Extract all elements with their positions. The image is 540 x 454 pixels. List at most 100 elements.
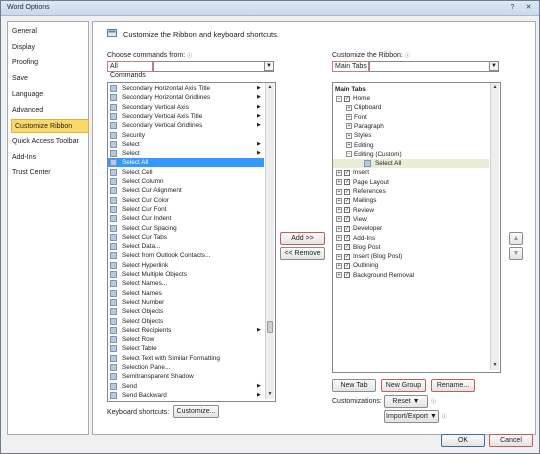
tree-item[interactable]: + ✓ Mailings	[333, 196, 489, 205]
tab-checkbox[interactable]: ✓	[344, 262, 350, 269]
expand-icon[interactable]: +	[336, 197, 342, 204]
tree-item[interactable]: + Font	[333, 113, 489, 122]
expand-icon[interactable]: +	[346, 114, 352, 121]
customize-shortcuts-button[interactable]: Customize...	[173, 405, 219, 418]
choose-commands-dropdown-field[interactable]	[153, 61, 274, 72]
nav-item-quick-access-toolbar[interactable]: Quick Access Toolbar	[12, 135, 86, 149]
tree-item[interactable]: + Editing	[333, 141, 489, 150]
nav-item-proofing[interactable]: Proofing	[12, 56, 86, 70]
tab-checkbox[interactable]: ✓	[344, 188, 350, 195]
expand-icon[interactable]: +	[336, 244, 342, 251]
scroll-down-icon[interactable]: ▼	[491, 361, 499, 370]
reset-button[interactable]: Reset ▼	[384, 395, 428, 408]
command-item[interactable]: Select Hyperlink	[108, 261, 264, 270]
command-item[interactable]: Select Cell	[108, 168, 264, 177]
collapse-icon[interactable]: −	[346, 151, 352, 158]
move-down-button[interactable]: ▼	[509, 247, 523, 260]
add-button[interactable]: Add >>	[280, 232, 325, 245]
expand-icon[interactable]: +	[346, 142, 352, 148]
command-item[interactable]: Select Table	[108, 344, 264, 353]
tree-item[interactable]: + Clipboard	[333, 103, 489, 112]
nav-item-advanced[interactable]: Advanced	[12, 104, 86, 118]
new-tab-button[interactable]: New Tab	[332, 379, 376, 392]
import-export-button[interactable]: Import/Export ▼	[384, 410, 439, 423]
tab-checkbox[interactable]: ✓	[344, 244, 350, 251]
expand-icon[interactable]: +	[346, 132, 352, 139]
tree-item[interactable]: + ✓ Add-Ins	[333, 234, 489, 243]
command-item[interactable]: Send Backward ▶	[108, 391, 264, 400]
ribbon-tree[interactable]: Main Tabs ▲ ▼ − ✓ Home + Clipboard + Font + Para…	[332, 82, 501, 373]
ribbon-tree-scrollbar[interactable]: ▲ ▼	[490, 83, 499, 370]
command-item[interactable]: Secondary Vertical Axis Title ▶	[108, 112, 264, 121]
expand-icon[interactable]: +	[336, 179, 342, 186]
tree-item[interactable]: + ✓ View	[333, 215, 489, 224]
tree-item[interactable]: − ✓ Home	[333, 94, 489, 103]
expand-icon[interactable]: +	[346, 123, 352, 130]
move-up-button[interactable]: ▲	[509, 232, 523, 245]
tab-checkbox[interactable]: ✓	[344, 225, 350, 232]
expand-icon[interactable]: +	[336, 235, 342, 241]
command-item[interactable]: Secondary Horizontal Gridlines ▶	[108, 93, 264, 102]
collapse-icon[interactable]: −	[336, 95, 342, 102]
command-item[interactable]: Select All	[108, 158, 264, 168]
tab-checkbox[interactable]: ✓	[344, 272, 350, 279]
expand-icon[interactable]: +	[336, 225, 342, 232]
rename-button[interactable]: Rename...	[431, 379, 475, 392]
command-item[interactable]: Select Cur Color	[108, 196, 264, 205]
nav-item-language[interactable]: Language	[12, 88, 86, 102]
expand-icon[interactable]: +	[336, 272, 342, 279]
expand-icon[interactable]: +	[336, 169, 342, 176]
scroll-thumb[interactable]	[267, 321, 273, 333]
customize-ribbon-dropdown-field[interactable]	[369, 61, 499, 72]
tab-checkbox[interactable]: ✓	[344, 95, 350, 102]
command-item[interactable]: Select Objects	[108, 317, 264, 326]
command-item[interactable]: Select Row	[108, 335, 264, 344]
nav-item-display[interactable]: Display	[12, 41, 86, 55]
tree-item[interactable]: Select All	[333, 159, 489, 169]
command-item[interactable]: Select Names	[108, 289, 264, 298]
command-item[interactable]: Select Recipients ▶	[108, 326, 264, 335]
command-item[interactable]: Select Cur Alignment	[108, 186, 264, 195]
command-item[interactable]: Select from Outlook Contacts...	[108, 251, 264, 260]
scroll-up-icon[interactable]: ▲	[266, 83, 274, 92]
command-item[interactable]: Select Cur Spacing	[108, 224, 264, 233]
command-item[interactable]: Secondary Vertical Gridlines ▶	[108, 121, 264, 130]
commands-scrollbar[interactable]: ▲ ▼	[265, 83, 274, 399]
command-item[interactable]: Selection Pane...	[108, 363, 264, 372]
nav-item-general[interactable]: General	[12, 25, 86, 39]
tab-checkbox[interactable]: ✓	[344, 207, 350, 214]
tree-item[interactable]: + Paragraph	[333, 122, 489, 131]
expand-icon[interactable]: +	[346, 104, 352, 111]
tree-item[interactable]: + ✓ Background Removal	[333, 271, 489, 280]
expand-icon[interactable]: +	[336, 188, 342, 195]
expand-icon[interactable]: +	[336, 216, 342, 223]
nav-item-customize-ribbon[interactable]: Customize Ribbon	[11, 119, 89, 134]
chevron-down-icon[interactable]: ▼	[264, 61, 274, 71]
tree-item[interactable]: + ✓ Outlining	[333, 261, 489, 270]
help-icon[interactable]: ?	[506, 3, 519, 12]
command-item[interactable]: Semitransparent Shadow	[108, 372, 264, 381]
command-item[interactable]: Select Objects	[108, 307, 264, 316]
cancel-button[interactable]: Cancel	[489, 434, 533, 447]
command-item[interactable]: Select Multiple Objects	[108, 270, 264, 279]
tree-item[interactable]: + ✓ References	[333, 187, 489, 196]
expand-icon[interactable]: +	[336, 253, 342, 260]
command-item[interactable]: Select Cur Indent	[108, 214, 264, 223]
tree-item[interactable]: + ✓ Insert	[333, 168, 489, 177]
command-item[interactable]: Select Column	[108, 177, 264, 186]
nav-item-trust-center[interactable]: Trust Center	[12, 166, 86, 180]
expand-icon[interactable]: +	[336, 262, 342, 269]
tree-item[interactable]: + ✓ Developer	[333, 224, 489, 233]
tree-item[interactable]: + ✓ Page Layout	[333, 178, 489, 187]
tab-checkbox[interactable]: ✓	[344, 235, 350, 241]
tab-checkbox[interactable]: ✓	[344, 169, 350, 176]
customize-ribbon-dropdown[interactable]: Main Tabs	[332, 61, 369, 72]
command-item[interactable]: Select ▶	[108, 149, 264, 158]
tree-item[interactable]: + ✓ Review	[333, 206, 489, 215]
tree-item[interactable]: + Styles	[333, 131, 489, 140]
tab-checkbox[interactable]: ✓	[344, 179, 350, 186]
choose-commands-dropdown[interactable]: All Commands	[107, 61, 153, 79]
scroll-up-icon[interactable]: ▲	[491, 83, 499, 92]
tab-checkbox[interactable]: ✓	[344, 197, 350, 204]
ok-button[interactable]: OK	[441, 434, 485, 447]
